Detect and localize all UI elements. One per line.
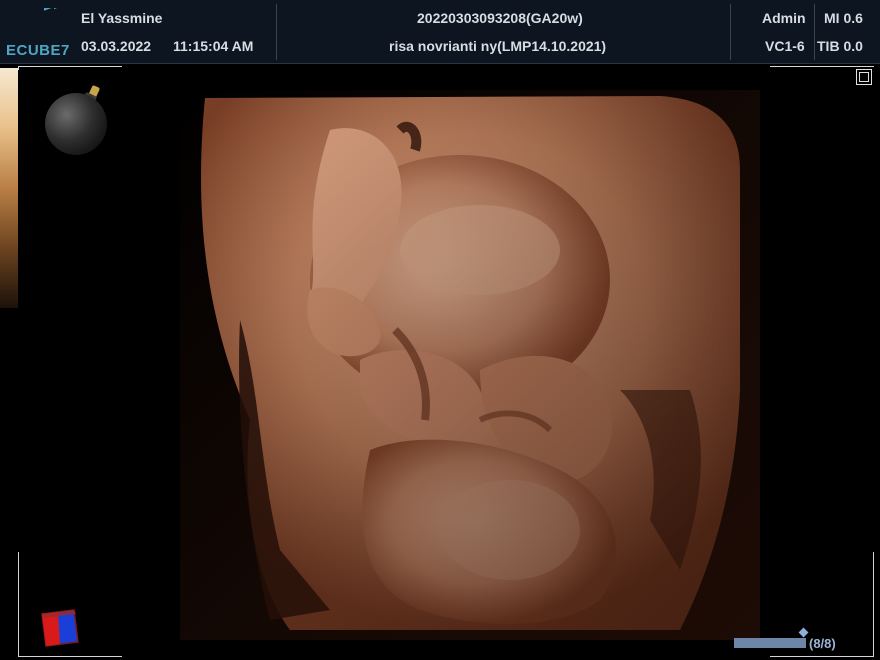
frame-corner-top-left bbox=[18, 66, 19, 70]
grayscale-bar bbox=[0, 68, 18, 308]
orientation-cube-icon[interactable] bbox=[38, 608, 82, 652]
mechanical-index: MI 0.6 bbox=[824, 10, 863, 26]
patient-name: risa novrianti ny(LMP14.10.2021) bbox=[389, 38, 607, 54]
user-name: Admin bbox=[762, 10, 806, 26]
study-id: 20220303093208(GA20w) bbox=[417, 10, 583, 26]
frame-corner-bottom-right bbox=[770, 656, 874, 657]
exam-date: 03.03.2022 bbox=[81, 38, 152, 54]
logo-text: ECUBE7 bbox=[6, 42, 70, 59]
bomb-icon bbox=[44, 80, 110, 160]
frame-corner-bottom-left bbox=[18, 656, 122, 657]
thermal-index: TIB 0.0 bbox=[817, 38, 863, 54]
app-logo: ECUBE7 bbox=[2, 0, 76, 59]
3d-fetal-render bbox=[180, 90, 760, 640]
cine-progress-bar[interactable] bbox=[734, 638, 806, 648]
frame-corner-top-right bbox=[770, 66, 874, 67]
frame-corner-bottom-left bbox=[18, 552, 19, 656]
header-bar: ECUBE7 El Yassmine 03.03.2022 11:15:04 A… bbox=[0, 0, 880, 64]
header-divider bbox=[730, 4, 731, 60]
fullscreen-icon[interactable] bbox=[856, 69, 872, 85]
header-divider bbox=[276, 4, 277, 60]
frame-corner-top-left bbox=[18, 66, 122, 67]
institution-name: El Yassmine bbox=[81, 10, 163, 26]
cine-frame-counter: (8/8) bbox=[809, 636, 836, 651]
exam-time: 11:15:04 AM bbox=[173, 38, 254, 54]
probe-name: VC1-6 bbox=[765, 38, 805, 54]
frame-corner-bottom-right bbox=[873, 552, 874, 656]
header-divider bbox=[814, 4, 815, 60]
